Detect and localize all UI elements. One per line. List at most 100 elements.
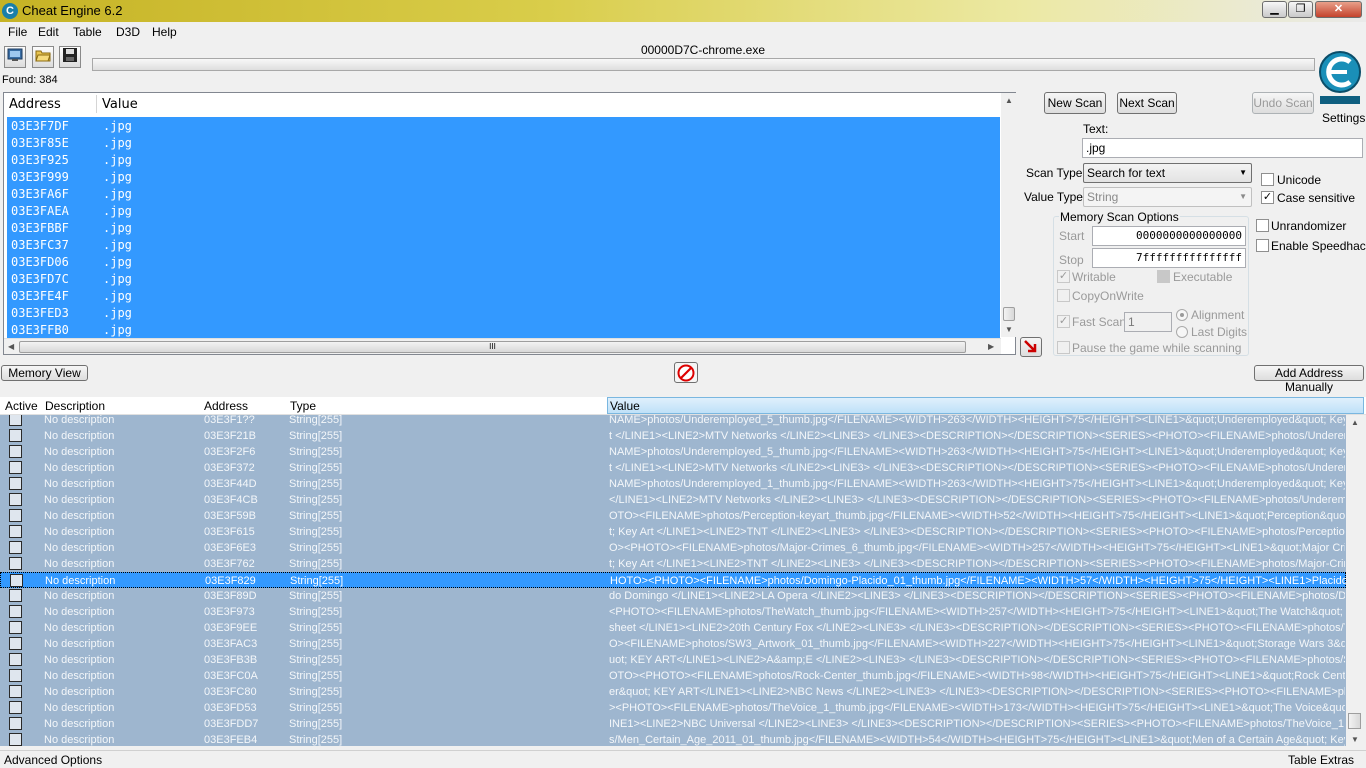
results-vertical-scrollbar[interactable]: ▲ ▼ <box>1001 93 1017 337</box>
cheat-value[interactable]: O><PHOTO><FILENAME>photos/Major-Crimes_6… <box>609 542 1345 554</box>
result-row[interactable]: 03E3FAEA .jpg <box>7 202 1000 219</box>
active-checkbox[interactable] <box>9 669 22 682</box>
column-description[interactable]: Description <box>45 399 105 413</box>
cheat-description[interactable]: No description <box>44 542 114 554</box>
result-row[interactable]: 03E3F7DF .jpg <box>7 117 1000 134</box>
results-hscroll-thumb[interactable]: III <box>19 341 966 353</box>
cheat-row[interactable]: No description 03E3F372 String[255] t </LIN… <box>0 460 1346 476</box>
cheat-value[interactable]: ><PHOTO><FILENAME>photos/TheVoice_1_thum… <box>609 702 1345 714</box>
cheat-description[interactable]: No description <box>44 702 114 714</box>
maximize-button[interactable]: ❐ <box>1288 1 1313 18</box>
memory-view-button[interactable]: Memory View <box>1 365 88 381</box>
scan-value-input[interactable]: .jpg <box>1082 138 1363 158</box>
next-scan-button[interactable]: Next Scan <box>1117 92 1177 114</box>
cheat-description[interactable]: No description <box>44 654 114 666</box>
result-row[interactable]: 03E3F925 .jpg <box>7 151 1000 168</box>
result-row[interactable]: 03E3FBBF .jpg <box>7 219 1000 236</box>
cheat-address[interactable]: 03E3FAC3 <box>204 638 257 650</box>
cheat-value[interactable]: NAME>photos/Underemployed_5_thumb.jpg</F… <box>609 446 1345 458</box>
pause-game-checkbox[interactable] <box>1057 341 1070 354</box>
cheat-address[interactable]: 03E3F44D <box>204 478 257 490</box>
cheat-description[interactable]: No description <box>44 415 114 426</box>
active-checkbox[interactable] <box>9 557 22 570</box>
active-checkbox[interactable] <box>9 605 22 618</box>
cheat-row[interactable]: No description 03E3FC0A String[255] OTO><PH… <box>0 668 1346 684</box>
cheat-description[interactable]: No description <box>44 510 114 522</box>
close-button[interactable]: ✕ <box>1315 1 1362 18</box>
active-checkbox[interactable] <box>9 701 22 714</box>
cheat-type[interactable]: String[255] <box>289 462 342 474</box>
add-address-manually-button[interactable]: Add Address Manually <box>1254 365 1364 394</box>
cheat-value[interactable]: t; Key Art </LINE1><LINE2>TNT </LINE2><L… <box>609 526 1345 538</box>
cheat-address[interactable]: 03E3F1?? <box>204 415 255 426</box>
cheat-address[interactable]: 03E3F372 <box>204 462 255 474</box>
column-value-header[interactable]: Value <box>607 397 1364 414</box>
cheat-row[interactable]: No description 03E3F44D String[255] NAME>ph… <box>0 476 1346 492</box>
cheat-address[interactable]: 03E3F9EE <box>204 622 257 634</box>
cheat-value[interactable]: uot; KEY ART</LINE1><LINE2>A&amp;E </LIN… <box>609 654 1345 666</box>
cheat-description[interactable]: No description <box>45 575 115 587</box>
case-sensitive-checkbox[interactable]: ✓ <box>1261 191 1274 204</box>
cheat-type[interactable]: String[255] <box>289 558 342 570</box>
copyonwrite-checkbox[interactable] <box>1057 289 1070 302</box>
cheat-type[interactable]: String[255] <box>289 654 342 666</box>
result-row[interactable]: 03E3F999 .jpg <box>7 168 1000 185</box>
cheat-address[interactable]: 03E3FDD7 <box>204 718 258 730</box>
cheat-type[interactable]: String[255] <box>289 622 342 634</box>
cheat-type[interactable]: String[255] <box>289 446 342 458</box>
cheat-row[interactable]: No description 03E3FAC3 String[255] O><FILE… <box>0 636 1346 652</box>
active-checkbox[interactable] <box>10 574 23 587</box>
cheat-row[interactable]: No description 03E3FB3B String[255] uot; KE… <box>0 652 1346 668</box>
settings-link[interactable]: Settings <box>1322 111 1365 125</box>
cheat-value[interactable]: sheet </LINE1><LINE2>20th Century Fox </… <box>609 622 1345 634</box>
active-checkbox[interactable] <box>9 621 22 634</box>
scan-results-list[interactable]: Address Value 03E3F7DF .jpg 03E3F85E .jpg 03… <box>3 92 1017 355</box>
start-address-input[interactable]: 0000000000000000 <box>1092 226 1246 246</box>
column-address[interactable]: Address <box>9 97 61 112</box>
fast-scan-checkbox[interactable]: ✓ <box>1057 315 1070 328</box>
active-checkbox[interactable] <box>9 493 22 506</box>
cheat-row[interactable]: No description 03E3F59B String[255] OTO><FI… <box>0 508 1346 524</box>
cheat-type[interactable]: String[255] <box>289 542 342 554</box>
results-horizontal-scrollbar[interactable]: ◀ III ▶ <box>4 338 1001 354</box>
menu-file[interactable]: File <box>8 25 27 39</box>
cheat-address[interactable]: 03E3FC80 <box>204 686 257 698</box>
menu-help[interactable]: Help <box>152 25 177 39</box>
minimize-button[interactable]: ▁ <box>1262 1 1287 18</box>
panel-splitter[interactable] <box>0 389 1366 399</box>
cheat-row[interactable]: No description 03E3F9EE String[255] sheet <… <box>0 620 1346 636</box>
fast-scan-input[interactable]: 1 <box>1124 312 1172 332</box>
cheat-value[interactable]: t; Key Art </LINE1><LINE2>TNT </LINE2><L… <box>609 558 1345 570</box>
active-checkbox[interactable] <box>9 637 22 650</box>
cheat-row[interactable]: No description 03E3F21B String[255] t </LIN… <box>0 428 1346 444</box>
cheat-value[interactable]: do Domingo </LINE1><LINE2>LA Opera </LIN… <box>609 590 1345 602</box>
cheat-description[interactable]: No description <box>44 478 114 490</box>
cheat-type[interactable]: String[255] <box>289 686 342 698</box>
result-row[interactable]: 03E3FD06 .jpg <box>7 253 1000 270</box>
cheat-address[interactable]: 03E3F59B <box>204 510 256 522</box>
cheat-value[interactable]: </LINE1><LINE2>MTV Networks </LINE2><LIN… <box>609 494 1345 506</box>
cheat-description[interactable]: No description <box>44 558 114 570</box>
result-row[interactable]: 03E3FD7C .jpg <box>7 270 1000 287</box>
cheat-value[interactable]: OTO><FILENAME>photos/Perception-keyart_t… <box>609 510 1345 522</box>
cheat-address[interactable]: 03E3FD53 <box>204 702 257 714</box>
unicode-checkbox[interactable] <box>1261 173 1274 186</box>
cheat-type[interactable]: String[255] <box>289 430 342 442</box>
cheat-type[interactable]: String[255] <box>289 718 342 730</box>
cheat-description[interactable]: No description <box>44 622 114 634</box>
cheat-type[interactable]: String[255] <box>289 606 342 618</box>
cheat-address[interactable]: 03E3FB3B <box>204 654 257 666</box>
cheat-value[interactable]: er&quot; KEY ART</LINE1><LINE2>NBC News … <box>609 686 1345 698</box>
cheat-description[interactable]: No description <box>44 494 114 506</box>
cheat-row[interactable]: No description 03E3FDD7 String[255] INE1><L… <box>0 716 1346 732</box>
cheat-row[interactable]: No description 03E3F89D String[255] do Domi… <box>0 588 1346 604</box>
result-row[interactable]: 03E3FA6F .jpg <box>7 185 1000 202</box>
result-row[interactable]: 03E3FE4F .jpg <box>7 287 1000 304</box>
cheat-description[interactable]: No description <box>44 718 114 730</box>
cheat-address[interactable]: 03E3F829 <box>205 575 256 587</box>
column-value[interactable]: Value <box>102 97 138 112</box>
column-type[interactable]: Type <box>290 399 316 413</box>
cheat-type[interactable]: String[255] <box>289 734 342 746</box>
cheat-row[interactable]: No description 03E3F973 String[255] <PHOTO>… <box>0 604 1346 620</box>
cheat-description[interactable]: No description <box>44 638 114 650</box>
